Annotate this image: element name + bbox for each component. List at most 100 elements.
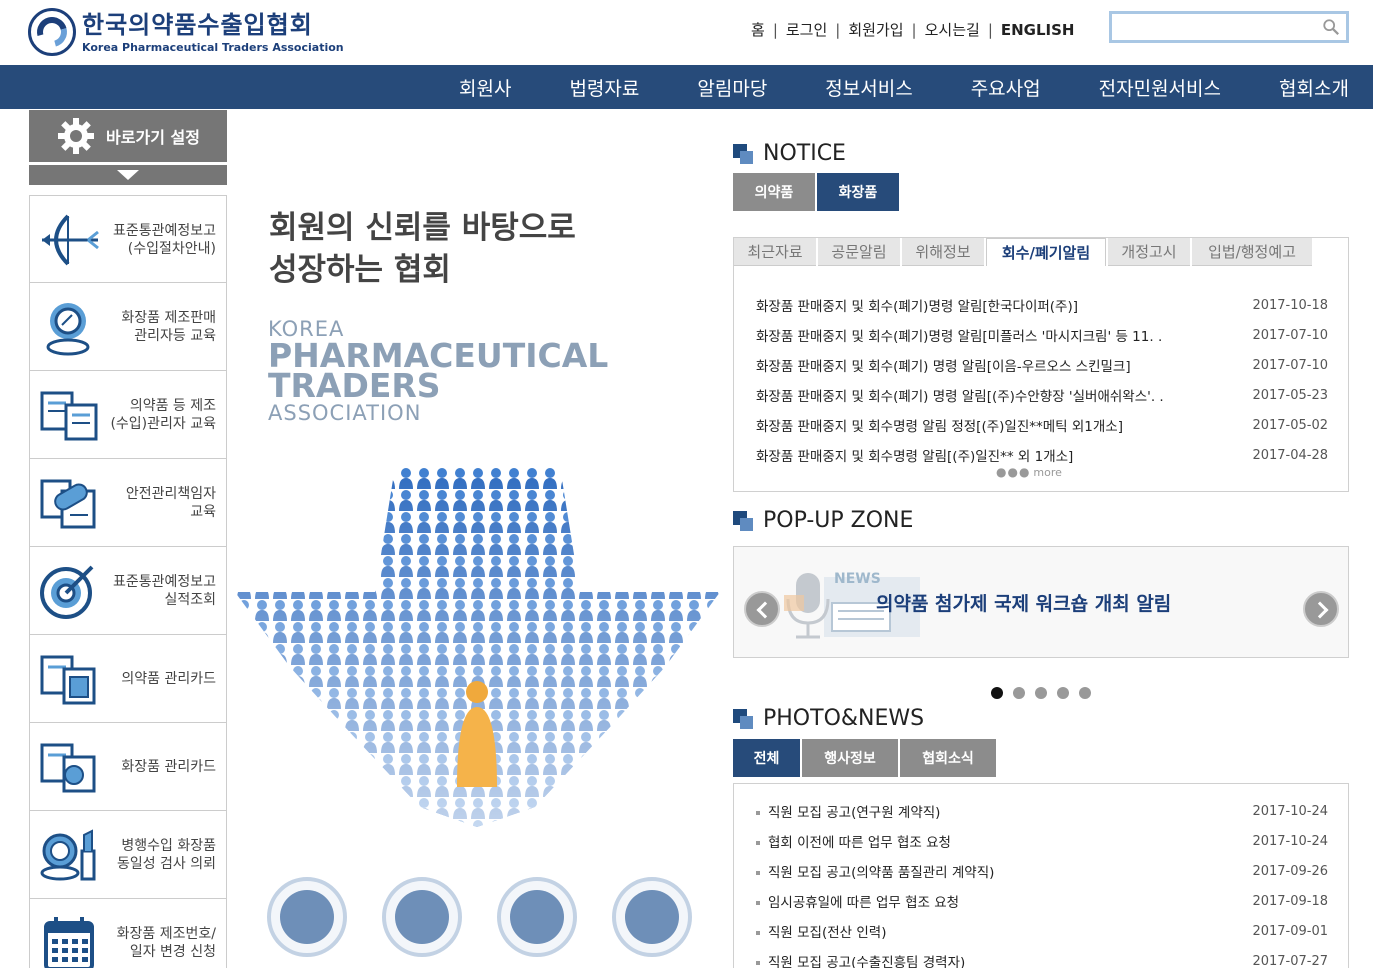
logo-korean-name: 한국의약품수출입협회: [82, 10, 313, 39]
list-item[interactable]: 직원 모집 공고(연구원 계약직) 2017-10-24: [756, 796, 1328, 826]
section-marker-icon: [733, 708, 753, 729]
list-item[interactable]: 화장품 판매중지 및 회수(폐기)명령 알림[미플러스 '마시지크림' 등 11…: [756, 320, 1328, 350]
main-slogan: 회원의 신뢰를 바탕으로 성장하는 협회: [269, 210, 576, 288]
tab-events[interactable]: 행사정보: [802, 739, 898, 777]
quick-settings-button[interactable]: 바로가기 설정: [29, 110, 227, 162]
user-icon[interactable]: [267, 877, 347, 957]
crowd-arrow-illustration: [235, 467, 720, 827]
topnav-english-link[interactable]: ENGLISH: [995, 21, 1081, 39]
gnb-laws[interactable]: 법령자료: [540, 74, 668, 101]
notice-section-title: NOTICE: [733, 141, 846, 166]
more-link[interactable]: ●●● more: [996, 465, 1062, 479]
quick-item-customs-report[interactable]: 표준통관예정보고 (수입절차안내): [30, 195, 226, 283]
pager-dot-2[interactable]: [1013, 687, 1025, 699]
quick-item-lot-change-request[interactable]: 화장품 제조번호/ 일자 변경 신청: [30, 899, 226, 968]
quick-item-medicine-card[interactable]: 의약품 관리카드: [30, 635, 226, 723]
notice-sub-tabs: 최근자료 공문알림 위해정보 회수/폐기알림 개정고시 입법/행정예고: [734, 238, 1314, 266]
tab-all[interactable]: 전체: [733, 739, 800, 777]
quick-item-label: 화장품 관리카드: [121, 759, 216, 775]
quick-item-label: 화장품 제조판매 관리자등 교육: [121, 310, 216, 344]
gnb-members[interactable]: 회원사: [430, 74, 540, 101]
notice-board: 최근자료 공문알림 위해정보 회수/폐기알림 개정고시 입법/행정예고 화장품 …: [733, 237, 1349, 492]
photo-news-board: 직원 모집 공고(연구원 계약직) 2017-10-24 협회 이전에 따른 업무…: [733, 783, 1349, 968]
list-item[interactable]: 화장품 판매중지 및 회수(폐기) 명령 알림[(주)수안향장 '실버애쉬왁스'…: [756, 380, 1328, 410]
list-item[interactable]: 협회 이전에 따른 업무 협조 요청 2017-10-24: [756, 826, 1328, 856]
section-marker-icon: [733, 510, 753, 531]
quick-item-label: 안전관리책임자 교육: [125, 486, 216, 520]
search-input[interactable]: [1109, 11, 1349, 43]
brand-wordmark: KOREA PHARMACEUTICAL TRADERS ASSOCIATION: [268, 317, 609, 425]
quick-expand-toggle[interactable]: [29, 165, 227, 185]
quick-settings-label: 바로가기 설정: [106, 128, 200, 147]
quick-item-label: 의약품 관리카드: [121, 671, 216, 687]
gnb-about[interactable]: 협회소개: [1250, 74, 1373, 101]
pager-dot-5[interactable]: [1079, 687, 1091, 699]
kpta-logo-icon: [28, 8, 76, 56]
news-badge: NEWS: [834, 571, 881, 587]
gnb-info-service[interactable]: 정보서비스: [796, 74, 941, 101]
quick-item-customs-results[interactable]: 표준통관예정보고 실적조회: [30, 547, 226, 635]
site-logo[interactable]: 한국의약품수출입협회 Korea Pharmaceutical Traders …: [28, 8, 344, 56]
popup-zone-slider: NEWS 의약품 첨가제 국제 워크숍 개최 알림: [733, 546, 1349, 658]
popup-pager: [991, 687, 1101, 699]
list-item[interactable]: 화장품 판매중지 및 회수(폐기)명령 알림[한국다이퍼(주)] 2017-10-…: [756, 290, 1328, 320]
photo-news-tabs: 전체 행사정보 협회소식: [733, 739, 998, 777]
header: 한국의약품수출입협회 Korea Pharmaceutical Traders …: [0, 0, 1373, 65]
tab-pharmaceutical[interactable]: 의약품: [733, 173, 815, 211]
next-arrow-icon[interactable]: [1303, 591, 1339, 627]
quick-item-label: 화장품 제조번호/ 일자 변경 신청: [116, 926, 216, 960]
topnav-directions-link[interactable]: 오시는길: [919, 19, 986, 40]
quick-item-label: 표준통관예정보고 실적조회: [112, 574, 216, 608]
subtab-official-notice[interactable]: 공문알림: [818, 238, 900, 266]
member-card-icon[interactable]: [382, 877, 462, 957]
quick-item-label: 의약품 등 제조 (수입)관리자 교육: [110, 398, 216, 432]
subtab-recent[interactable]: 최근자료: [734, 238, 816, 266]
subtab-revision[interactable]: 개정고시: [1108, 238, 1190, 266]
quick-item-cosmetic-card[interactable]: 화장품 관리카드: [30, 723, 226, 811]
list-item[interactable]: 화장품 판매중지 및 회수명령 알림 정정[(주)일진**메틱 외1개소] 201…: [756, 410, 1328, 440]
gnb-notice[interactable]: 알림마당: [668, 74, 796, 101]
pager-dot-1[interactable]: [991, 687, 1003, 699]
logo-english-name: Korea Pharmaceutical Traders Association: [82, 40, 344, 54]
subtab-legislation[interactable]: 입법/행정예고: [1192, 238, 1312, 266]
quick-item-pharma-manager-edu[interactable]: 의약품 등 제조 (수입)관리자 교육: [30, 371, 226, 459]
gnb-e-civil-service[interactable]: 전자민원서비스: [1070, 74, 1250, 101]
topnav-login-link[interactable]: 로그인: [780, 19, 833, 40]
quick-item-safety-officer-edu[interactable]: 안전관리책임자 교육: [30, 459, 226, 547]
staff-icon[interactable]: [497, 877, 577, 957]
quick-item-label: 표준통관예정보고 (수입절차안내): [112, 223, 216, 257]
top-utility-nav: 홈 | 로그인 | 회원가입 | 오시는길 | ENGLISH: [745, 19, 1080, 40]
tab-association-news[interactable]: 협회소식: [900, 739, 996, 777]
subtab-recall[interactable]: 회수/폐기알림: [986, 238, 1106, 266]
pager-dot-4[interactable]: [1057, 687, 1069, 699]
photo-news-section-title: PHOTO&NEWS: [733, 706, 924, 731]
notice-category-tabs: 의약품 화장품: [733, 173, 901, 211]
list-item[interactable]: 직원 모집 공고(수출진흥팀 경력자) 2017-07-27: [756, 946, 1328, 968]
notice-list: 화장품 판매중지 및 회수(폐기)명령 알림[한국다이퍼(주)] 2017-10-…: [756, 290, 1328, 470]
quick-item-parallel-import-check[interactable]: 병행수입 화장품 동일성 검사 의뢰: [30, 811, 226, 899]
main-visual-banner: 회원의 신뢰를 바탕으로 성장하는 협회 KOREA PHARMACEUTICA…: [235, 112, 720, 968]
subtab-hazard-info[interactable]: 위해정보: [902, 238, 984, 266]
quick-item-cosmetic-manager-edu[interactable]: 화장품 제조판매 관리자등 교육: [30, 283, 226, 371]
topnav-home-link[interactable]: 홈: [745, 19, 771, 40]
pager-dot-3[interactable]: [1035, 687, 1047, 699]
prev-arrow-icon[interactable]: [744, 591, 780, 627]
main-navigation: 회원사 법령자료 알림마당 정보서비스 주요사업 전자민원서비스 협회소개: [0, 65, 1373, 109]
popup-section-title: POP-UP ZONE: [733, 508, 913, 533]
quick-link-list: 표준통관예정보고 (수입절차안내) 화장품 제조판매 관리자등 교육 의약품 등…: [29, 195, 227, 968]
list-item[interactable]: 화장품 판매중지 및 회수(폐기) 명령 알림[이음-우르오스 스킨밀크] 201…: [756, 350, 1328, 380]
tab-cosmetics[interactable]: 화장품: [817, 173, 899, 211]
shortcut-circle-icons: [267, 877, 727, 957]
photo-news-list: 직원 모집 공고(연구원 계약직) 2017-10-24 협회 이전에 따른 업무…: [756, 796, 1328, 968]
list-item[interactable]: 임시공휴일에 따른 업무 협조 요청 2017-09-18: [756, 886, 1328, 916]
list-item[interactable]: 직원 모집(전산 인력) 2017-09-01: [756, 916, 1328, 946]
gnb-main-business[interactable]: 주요사업: [942, 74, 1070, 101]
gear-icon: [58, 118, 95, 154]
more-dots-icon: ●●●: [996, 465, 1031, 479]
section-marker-icon: [733, 143, 753, 164]
topnav-signup-link[interactable]: 회원가입: [842, 19, 909, 40]
popup-headline[interactable]: 의약품 첨가제 국제 워크숍 개최 알림: [876, 589, 1171, 616]
list-item[interactable]: 직원 모집 공고(의약품 품질관리 계약직) 2017-09-26: [756, 856, 1328, 886]
search-icon[interactable]: [1322, 18, 1340, 36]
monitor-icon[interactable]: [612, 877, 692, 957]
